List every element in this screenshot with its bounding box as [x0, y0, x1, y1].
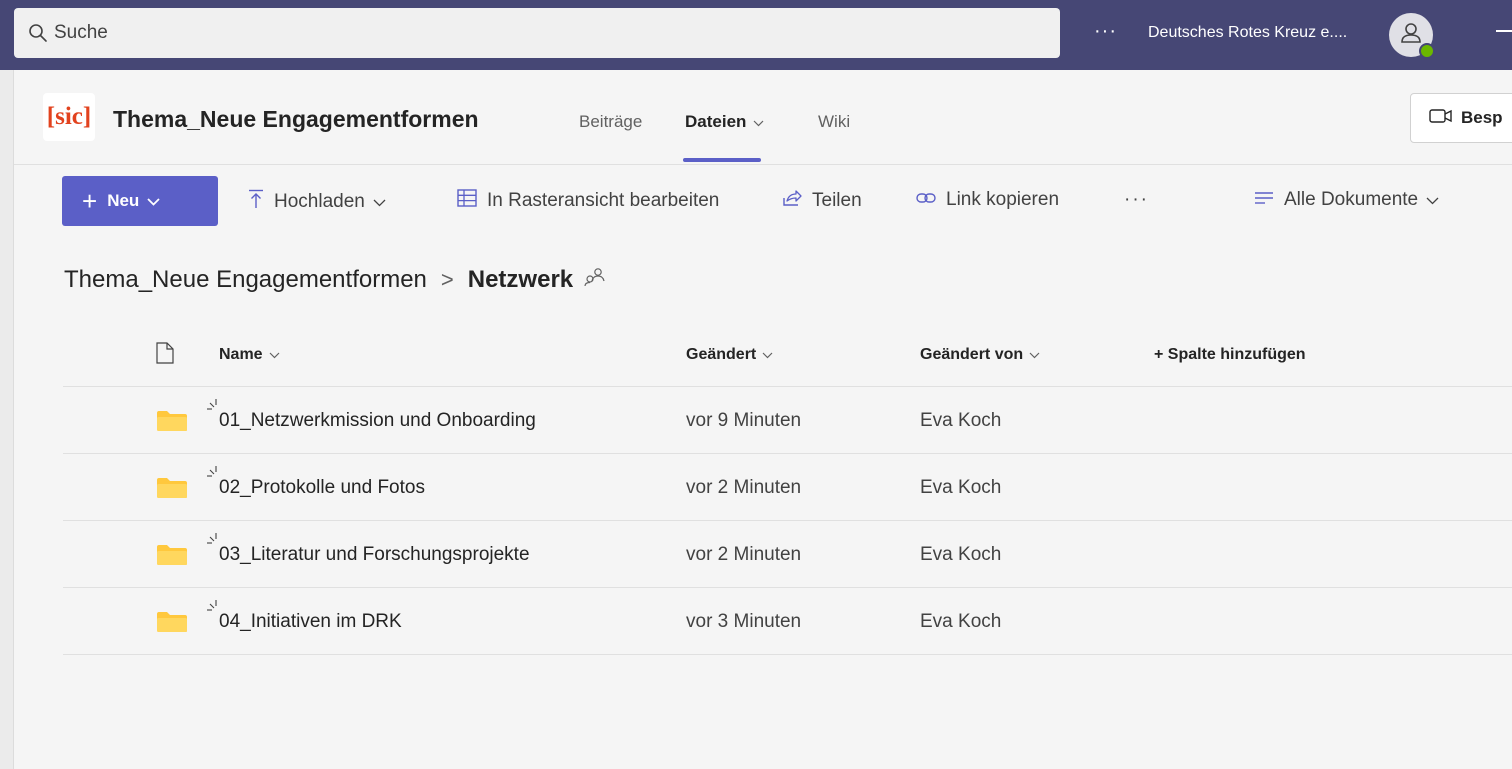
column-header-name[interactable]: Name: [219, 346, 280, 364]
chevron-down-icon: [1426, 189, 1449, 211]
meet-button[interactable]: Besp: [1410, 93, 1512, 143]
organization-switcher[interactable]: Deutsches Rotes Kreuz e....: [1148, 24, 1347, 42]
file-name[interactable]: 04_Initiativen im DRK: [219, 611, 402, 633]
chevron-down-icon: [147, 191, 160, 211]
file-name[interactable]: 03_Literatur und Forschungsprojekte: [219, 544, 530, 566]
share-button[interactable]: Teilen: [782, 189, 862, 213]
chevron-down-icon: [762, 346, 773, 364]
new-item-marker-icon: [206, 531, 218, 549]
column-header-modified-by[interactable]: Geändert von: [920, 346, 1040, 364]
share-icon: [782, 189, 812, 213]
new-button[interactable]: + Neu: [62, 176, 218, 226]
folder-icon: [156, 611, 188, 638]
minimize-window-button[interactable]: [1496, 30, 1512, 32]
tab-dateien[interactable]: Dateien: [685, 112, 764, 132]
avatar[interactable]: [1389, 13, 1435, 59]
tab-wiki[interactable]: Wiki: [818, 112, 850, 132]
active-tab-indicator: [683, 158, 761, 162]
list-lines-icon: [1254, 189, 1284, 211]
app-rail-edge: [0, 70, 14, 769]
channel-header: [sic] Thema_Neue Engagementformen Beiträ…: [14, 70, 1512, 165]
copy-link-label: Link kopieren: [946, 189, 1060, 210]
column-header-modified-by-label: Geändert von: [920, 346, 1024, 363]
title-bar: ··· Deutsches Rotes Kreuz e....: [0, 0, 1512, 70]
plus-icon: +: [82, 186, 98, 216]
column-header-name-label: Name: [219, 346, 263, 363]
grid-view-edit-button[interactable]: In Rasteransicht bearbeiten: [457, 189, 719, 213]
modified-by[interactable]: Eva Koch: [920, 544, 1001, 566]
command-bar: + Neu Hochladen In Rasteransicht bearbei…: [14, 165, 1512, 240]
copy-link-button[interactable]: Link kopieren: [916, 189, 1059, 211]
search-input[interactable]: [54, 22, 954, 44]
table-grid-icon: [457, 189, 487, 213]
upload-button[interactable]: Hochladen: [248, 189, 396, 215]
search-box[interactable]: [14, 8, 1060, 58]
share-label: Teilen: [812, 190, 862, 211]
team-logo: [sic]: [43, 93, 95, 141]
file-name[interactable]: 02_Protokolle und Fotos: [219, 477, 425, 499]
new-item-marker-icon: [206, 464, 218, 482]
more-commands-button[interactable]: ···: [1124, 189, 1149, 211]
upload-icon: [248, 189, 274, 215]
video-camera-icon: [1429, 108, 1461, 129]
chevron-down-icon: [269, 346, 280, 364]
tab-dateien-label: Dateien: [685, 112, 747, 131]
modified-time: vor 2 Minuten: [686, 544, 802, 565]
view-switcher[interactable]: Alle Dokumente: [1254, 189, 1449, 211]
file-type-icon[interactable]: [156, 342, 174, 369]
new-item-marker-icon: [206, 598, 218, 616]
modified-by[interactable]: Eva Koch: [920, 410, 1001, 432]
folder-icon: [156, 544, 188, 571]
chevron-down-icon: [1029, 346, 1040, 364]
table-row[interactable]: 04_Initiativen im DRK vor 3 Minuten Eva …: [63, 588, 1512, 655]
table-row[interactable]: 03_Literatur und Forschungsprojekte vor …: [63, 521, 1512, 588]
view-switcher-label: Alle Dokumente: [1284, 189, 1419, 210]
grid-view-edit-label: In Rasteransicht bearbeiten: [487, 190, 720, 211]
table-header: Name Geändert Geändert von + Spalte hinz…: [63, 320, 1512, 387]
modified-time: vor 2 Minuten: [686, 477, 802, 498]
table-row[interactable]: 01_Netzwerkmission und Onboarding vor 9 …: [63, 387, 1512, 454]
file-list: Name Geändert Geändert von + Spalte hinz…: [63, 320, 1512, 655]
table-row[interactable]: 02_Protokolle und Fotos vor 2 Minuten Ev…: [63, 454, 1512, 521]
presence-available-badge: [1419, 43, 1435, 59]
column-header-modified-label: Geändert: [686, 346, 757, 363]
modified-by[interactable]: Eva Koch: [920, 477, 1001, 499]
breadcrumb-parent[interactable]: Thema_Neue Engagementformen: [64, 266, 427, 294]
chevron-down-icon: [753, 112, 764, 132]
modified-by[interactable]: Eva Koch: [920, 611, 1001, 633]
meet-button-label: Besp: [1461, 108, 1503, 127]
more-options-button[interactable]: ···: [1094, 20, 1117, 43]
tab-beitraege[interactable]: Beiträge: [579, 112, 642, 132]
column-header-modified[interactable]: Geändert: [686, 346, 773, 364]
modified-time: vor 9 Minuten: [686, 410, 802, 431]
upload-label: Hochladen: [274, 191, 365, 212]
add-column-button[interactable]: + Spalte hinzufügen: [1154, 346, 1306, 364]
new-item-marker-icon: [206, 397, 218, 415]
shared-people-icon[interactable]: [583, 266, 605, 294]
link-icon: [916, 189, 946, 211]
search-icon: [28, 23, 48, 43]
breadcrumb-current: Netzwerk: [467, 266, 574, 293]
modified-time: vor 3 Minuten: [686, 611, 802, 632]
breadcrumb: Thema_Neue Engagementformen > Netzwerk: [64, 266, 605, 294]
folder-icon: [156, 410, 188, 437]
file-name[interactable]: 01_Netzwerkmission und Onboarding: [219, 410, 536, 432]
chevron-down-icon: [373, 191, 396, 213]
breadcrumb-separator: >: [440, 267, 454, 292]
folder-icon: [156, 477, 188, 504]
page-title: Thema_Neue Engagementformen: [113, 106, 479, 132]
new-button-label: Neu: [107, 191, 140, 210]
